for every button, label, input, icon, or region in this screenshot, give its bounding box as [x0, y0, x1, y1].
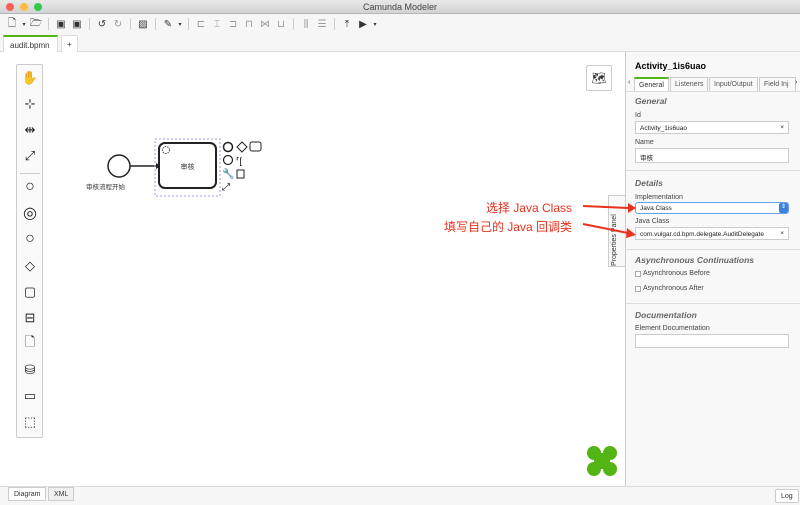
properties-panel: Activity_1is6uao ‹ General Listeners Inp…	[625, 52, 800, 486]
tab-input-output[interactable]: Input/Output	[709, 77, 758, 91]
create-subprocess-icon[interactable]: ⊟	[21, 309, 39, 327]
async-before-checkbox[interactable]: Asynchronous Before	[635, 270, 710, 277]
tab-general[interactable]: General	[634, 77, 669, 91]
align-middle-icon[interactable]: ⋈	[258, 17, 272, 31]
tab-label: audit.bpmn	[10, 41, 50, 50]
window-title: Camunda Modeler	[362, 2, 438, 12]
tabs-scroll-left-icon[interactable]: ‹	[628, 79, 630, 86]
documentation-section-heading: Documentation	[635, 310, 697, 320]
redo-icon[interactable]: ↻	[111, 17, 125, 31]
general-section-heading: General	[635, 96, 667, 106]
tab-audit-bpmn[interactable]: audit.bpmn ○	[3, 35, 58, 59]
async-section-heading: Asynchronous Continuations	[635, 255, 754, 265]
java-class-input[interactable]: com.vulgar.cd.bpm.delegate.AuditDelegate…	[635, 227, 789, 240]
create-group-icon[interactable]: ⬚	[21, 413, 39, 431]
name-textarea[interactable]: 审核	[635, 148, 789, 163]
id-label: Id	[635, 112, 641, 119]
start-event[interactable]	[107, 154, 131, 178]
diagram-svg: ⸢[ 🔧 ⤢	[107, 138, 262, 197]
append-task-icon[interactable]	[249, 141, 262, 152]
create-intermediate-event-icon[interactable]: ◎	[21, 204, 39, 222]
hand-tool-icon[interactable]: ✋	[21, 69, 39, 87]
append-intermediate-event-icon[interactable]	[222, 154, 234, 166]
append-end-event-icon[interactable]	[222, 141, 234, 153]
create-data-store-icon[interactable]: ⛁	[21, 361, 39, 379]
async-after-checkbox[interactable]: Asynchronous After	[635, 285, 704, 292]
deploy-icon[interactable]: ⤒	[340, 17, 354, 31]
properties-tabs: ‹ General Listeners Input/Output Field I…	[626, 77, 800, 91]
append-gateway-icon[interactable]	[236, 141, 248, 153]
implementation-value: Java Class	[640, 205, 672, 212]
create-start-event-icon[interactable]: ○	[21, 178, 39, 196]
log-button[interactable]: Log	[775, 489, 799, 503]
align-left-icon[interactable]: ⊏	[194, 17, 208, 31]
details-section-heading: Details	[635, 178, 663, 188]
tool-palette: ✋ ⊹ ⇹ ⤢ ○ ◎ ○ ◇ ▢ ⊟ 🗋 ⛁ ▭ ⬚	[16, 64, 43, 438]
minimap-toggle-map-icon[interactable]: 🗺	[586, 65, 612, 91]
trash-icon[interactable]	[236, 169, 245, 179]
run-dropdown-icon[interactable]: ▾	[372, 17, 378, 31]
new-dropdown-icon[interactable]: ▾	[21, 17, 27, 31]
clear-icon[interactable]: ×	[780, 230, 784, 237]
bottom-bar: Diagram XML Log	[0, 486, 800, 505]
annotation-select-java-class: 选择 Java Class	[485, 201, 572, 215]
toolbar: 🗋 ▾ 🗁 ▣ ▣ ↺ ↻ ▨ ✎ ▾ ⊏ ⌶ ⊐ ⊓ ⋈ ⊔ ⫼ ☰ ⤒ ▶ ▾	[0, 14, 800, 34]
implementation-label: Implementation	[635, 194, 683, 201]
align-top-icon[interactable]: ⊓	[242, 17, 256, 31]
color-brush-icon[interactable]: ✎	[161, 17, 175, 31]
color-dropdown-icon[interactable]: ▾	[177, 17, 183, 31]
export-image-icon[interactable]: ▨	[136, 17, 150, 31]
tab-diagram[interactable]: Diagram	[8, 487, 47, 501]
wrench-icon[interactable]: 🔧	[222, 167, 234, 180]
name-label: Name	[635, 139, 654, 146]
implementation-select[interactable]: Java Class ⇕	[635, 202, 789, 214]
text-annotation-icon[interactable]: ⸢[	[236, 156, 243, 166]
title-bar: Camunda Modeler	[0, 0, 800, 14]
annotation-arrows	[582, 203, 636, 238]
task-label: 审核	[180, 164, 195, 171]
create-task-icon[interactable]: ▢	[21, 283, 39, 301]
java-class-value: com.vulgar.cd.bpm.delegate.AuditDelegate	[640, 231, 764, 238]
start-event-label: 审核流程开始	[86, 184, 125, 191]
save-icon[interactable]: ▣	[54, 17, 68, 31]
select-chevron-icon: ⇕	[779, 203, 788, 213]
annotation-fill-java-class: 填写自己的 Java 回调类	[443, 220, 572, 234]
space-tool-icon[interactable]: ⇹	[21, 121, 39, 139]
align-right-icon[interactable]: ⊐	[226, 17, 240, 31]
tab-field-injections[interactable]: Field Inj	[759, 77, 796, 91]
tabs-scroll-right-icon[interactable]: ›	[795, 79, 797, 86]
element-id-title: Activity_1is6uao	[635, 61, 707, 71]
diagram-canvas[interactable]: ⸢[ 🔧 ⤢ 审核流程开始 审核 🗺	[4, 52, 625, 485]
id-input[interactable]: Activity_1is6uao ×	[635, 121, 789, 134]
tab-xml[interactable]: XML	[48, 487, 75, 501]
file-tabs: audit.bpmn ○ +	[0, 34, 800, 59]
new-tab-button[interactable]: +	[61, 35, 78, 52]
start-instance-icon[interactable]: ▶	[356, 17, 370, 31]
align-bottom-icon[interactable]: ⊔	[274, 17, 288, 31]
create-pool-icon[interactable]: ▭	[21, 387, 39, 405]
align-center-icon[interactable]: ⌶	[210, 17, 224, 31]
element-documentation-label: Element Documentation	[635, 325, 710, 332]
clear-icon[interactable]: ×	[780, 124, 784, 131]
undo-icon[interactable]: ↺	[95, 17, 109, 31]
save-as-icon[interactable]: ▣	[70, 17, 84, 31]
async-after-label: Asynchronous After	[643, 285, 704, 292]
distribute-horizontal-icon[interactable]: ⫼	[299, 17, 313, 31]
create-end-event-icon[interactable]: ○	[21, 230, 39, 248]
create-data-object-icon[interactable]: 🗋	[21, 334, 39, 353]
lasso-tool-icon[interactable]: ⊹	[21, 95, 39, 113]
bpmn-io-logo-icon	[587, 446, 617, 476]
java-class-label: Java Class	[635, 218, 670, 225]
new-file-icon[interactable]: 🗋	[5, 17, 19, 31]
async-before-label: Asynchronous Before	[643, 270, 710, 277]
id-value: Activity_1is6uao	[640, 125, 687, 132]
element-documentation-textarea[interactable]	[635, 334, 789, 348]
name-value: 审核	[640, 155, 653, 162]
create-gateway-icon[interactable]: ◇	[21, 257, 39, 275]
tab-listeners[interactable]: Listeners	[670, 77, 709, 91]
connect-icon[interactable]: ⤢	[222, 182, 230, 193]
distribute-vertical-icon[interactable]: ☰	[315, 17, 329, 31]
open-folder-icon[interactable]: 🗁	[29, 17, 43, 31]
global-connect-tool-icon[interactable]: ⤢	[21, 147, 39, 165]
